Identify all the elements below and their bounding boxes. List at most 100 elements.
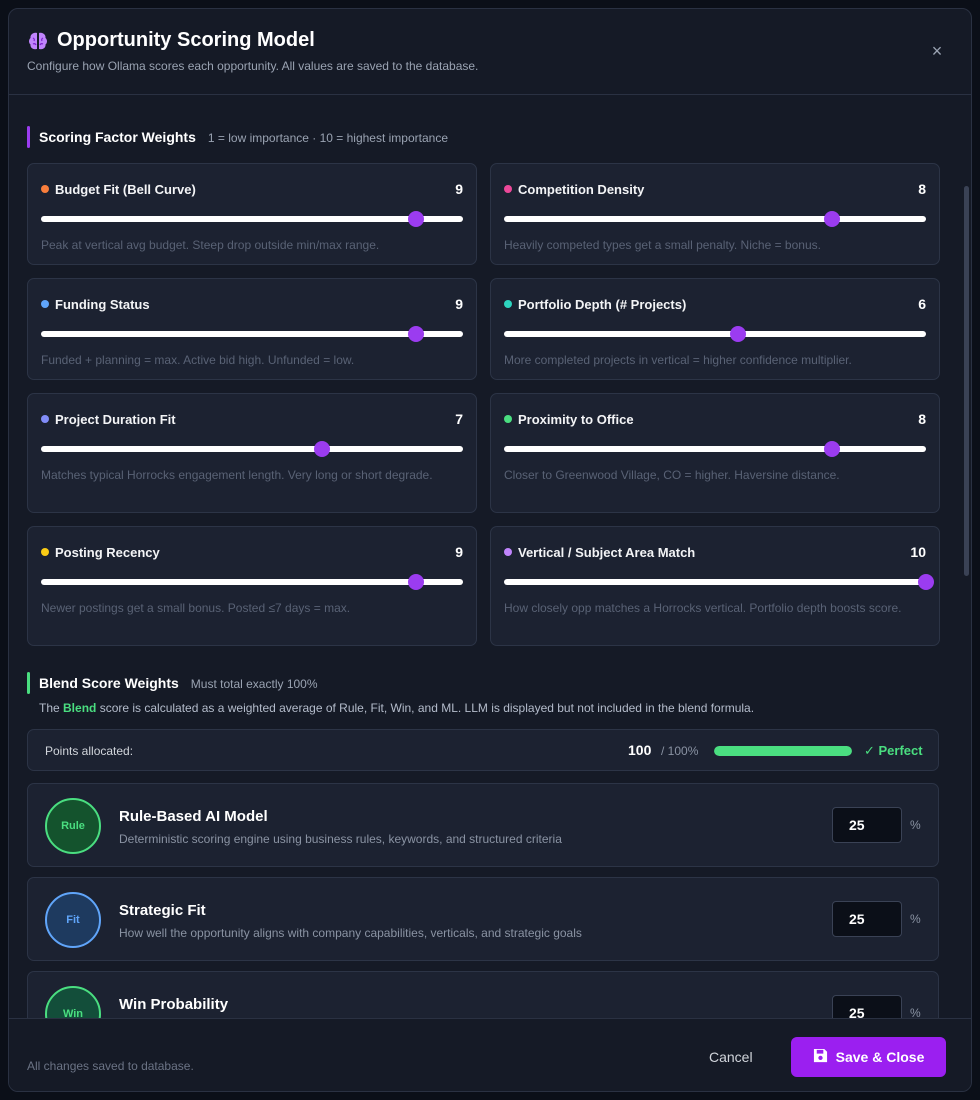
close-icon: × bbox=[931, 41, 943, 61]
factor-dot-icon bbox=[504, 185, 512, 193]
alloc-total: 100 bbox=[628, 742, 652, 758]
brain-icon bbox=[27, 30, 49, 52]
model-badge: Win bbox=[45, 986, 101, 1018]
factor-value: 10 bbox=[910, 544, 926, 560]
factor-dot-icon bbox=[41, 300, 49, 308]
model-description: How well the opportunity aligns with com… bbox=[119, 926, 582, 940]
factor-label-row: Budget Fit (Bell Curve) 9 bbox=[41, 181, 463, 197]
blend-desc-suffix: score is calculated as a weighted averag… bbox=[96, 701, 755, 715]
factor-description: Peak at vertical avg budget. Steep drop … bbox=[41, 238, 380, 252]
factor-dot-icon bbox=[504, 300, 512, 308]
factor-label-row: Project Duration Fit 7 bbox=[41, 411, 463, 427]
model-badge: Rule bbox=[45, 798, 101, 854]
model-name: Rule-Based AI Model bbox=[119, 808, 268, 825]
points-allocated-panel: Points allocated: 100 / 100% ✓ Perfect bbox=[27, 729, 939, 771]
alloc-progress-bar bbox=[714, 746, 852, 756]
model-description: Deterministic scoring engine using busin… bbox=[119, 832, 562, 846]
blend-model-card: Fit Strategic Fit How well the opportunity… bbox=[27, 877, 939, 961]
percent-sign: % bbox=[910, 912, 921, 926]
factor-value: 8 bbox=[918, 411, 926, 427]
slider-thumb[interactable] bbox=[918, 574, 934, 590]
alloc-status: ✓ Perfect bbox=[864, 743, 923, 758]
factor-value: 9 bbox=[455, 296, 463, 312]
model-weight-input[interactable] bbox=[832, 901, 902, 937]
factor-description: More completed projects in vertical = hi… bbox=[504, 353, 852, 367]
section-accent-bar bbox=[27, 672, 30, 694]
factor-description: Closer to Greenwood Village, CO = higher… bbox=[504, 468, 840, 482]
factor-weights-heading: Scoring Factor Weights 1 = low importanc… bbox=[27, 126, 449, 148]
factor-label-row: Competition Density 8 bbox=[504, 181, 926, 197]
model-badge-label: Fit bbox=[66, 914, 80, 926]
modal-subtitle: Configure how Ollama scores each opportu… bbox=[27, 59, 479, 73]
blend-model-card: Rule Rule-Based AI Model Deterministic sco… bbox=[27, 783, 939, 867]
factor-card: Portfolio Depth (# Projects) 6 More comple… bbox=[490, 278, 940, 380]
factor-value: 8 bbox=[918, 181, 926, 197]
close-button[interactable]: × bbox=[929, 41, 945, 61]
factor-label-row: Vertical / Subject Area Match 10 bbox=[504, 544, 926, 560]
modal-body: Scoring Factor Weights 1 = low importanc… bbox=[9, 96, 971, 1018]
scrollbar[interactable] bbox=[964, 186, 969, 576]
factor-card: Proximity to Office 8 Closer to Greenwood … bbox=[490, 393, 940, 513]
alloc-label: Points allocated: bbox=[45, 744, 134, 758]
factor-label: Posting Recency bbox=[41, 545, 160, 560]
slider-thumb[interactable] bbox=[408, 326, 425, 342]
factor-label: Funding Status bbox=[41, 297, 150, 312]
factor-card: Budget Fit (Bell Curve) 9 Peak at vertical… bbox=[27, 163, 477, 265]
factor-slider[interactable] bbox=[504, 441, 926, 457]
factor-name: Proximity to Office bbox=[518, 411, 634, 427]
factor-name: Vertical / Subject Area Match bbox=[518, 544, 696, 560]
factor-description: Funded + planning = max. Active bid high… bbox=[41, 353, 355, 367]
slider-thumb[interactable] bbox=[730, 326, 747, 342]
factor-dot-icon bbox=[41, 548, 49, 556]
alloc-of: / 100% bbox=[661, 744, 699, 758]
factor-label-row: Portfolio Depth (# Projects) 6 bbox=[504, 296, 926, 312]
save-close-button[interactable]: Save & Close bbox=[791, 1037, 946, 1077]
percent-sign: % bbox=[910, 818, 921, 832]
factor-label: Budget Fit (Bell Curve) bbox=[41, 182, 196, 197]
factor-label-row: Posting Recency 9 bbox=[41, 544, 463, 560]
slider-thumb[interactable] bbox=[408, 211, 425, 227]
slider-thumb[interactable] bbox=[824, 211, 841, 227]
factor-name: Project Duration Fit bbox=[55, 411, 176, 427]
factor-dot-icon bbox=[504, 548, 512, 556]
factor-slider[interactable] bbox=[41, 211, 463, 227]
alloc-progress-fill bbox=[714, 746, 852, 756]
factor-slider[interactable] bbox=[504, 211, 926, 227]
factor-description: Heavily competed types get a small penal… bbox=[504, 238, 821, 252]
factor-card: Vertical / Subject Area Match 10 How close… bbox=[490, 526, 940, 646]
factor-dot-icon bbox=[41, 415, 49, 423]
factor-card: Posting Recency 9 Newer postings get a sma… bbox=[27, 526, 477, 646]
section-hint: 1 = low importance · 10 = highest import… bbox=[207, 131, 449, 145]
factor-value: 9 bbox=[455, 181, 463, 197]
factor-name: Competition Density bbox=[518, 181, 645, 197]
factor-slider[interactable] bbox=[41, 326, 463, 342]
slider-thumb[interactable] bbox=[824, 441, 841, 457]
factor-dot-icon bbox=[504, 415, 512, 423]
factor-label-row: Proximity to Office 8 bbox=[504, 411, 926, 427]
slider-thumb[interactable] bbox=[408, 574, 425, 590]
slider-thumb[interactable] bbox=[314, 441, 331, 457]
factor-slider[interactable] bbox=[504, 574, 934, 590]
factor-slider[interactable] bbox=[504, 326, 926, 342]
model-weight-input[interactable] bbox=[832, 995, 902, 1018]
percent-sign: % bbox=[910, 1006, 921, 1018]
factor-label: Portfolio Depth (# Projects) bbox=[504, 297, 686, 312]
factor-slider[interactable] bbox=[41, 574, 463, 590]
cancel-button[interactable]: Cancel bbox=[709, 1049, 753, 1065]
modal-header: Opportunity Scoring Model Configure how … bbox=[9, 9, 971, 95]
factor-card: Funding Status 9 Funded + planning = max. … bbox=[27, 278, 477, 380]
factor-description: Newer postings get a small bonus. Posted… bbox=[41, 601, 351, 615]
model-badge: Fit bbox=[45, 892, 101, 948]
factor-label: Project Duration Fit bbox=[41, 412, 176, 427]
factor-card: Project Duration Fit 7 Matches typical Hor… bbox=[27, 393, 477, 513]
blend-description: The Blend score is calculated as a weigh… bbox=[39, 701, 754, 715]
model-badge-label: Rule bbox=[61, 820, 85, 832]
factor-label: Vertical / Subject Area Match bbox=[504, 545, 695, 560]
factor-slider[interactable] bbox=[41, 441, 463, 457]
factor-value: 9 bbox=[455, 544, 463, 560]
modal-footer: All changes saved to database. Cancel Sa… bbox=[9, 1018, 971, 1091]
model-weight-input[interactable] bbox=[832, 807, 902, 843]
save-icon bbox=[813, 1048, 828, 1066]
factor-description: Matches typical Horrocks engagement leng… bbox=[41, 468, 433, 482]
title-row: Opportunity Scoring Model bbox=[27, 29, 953, 52]
